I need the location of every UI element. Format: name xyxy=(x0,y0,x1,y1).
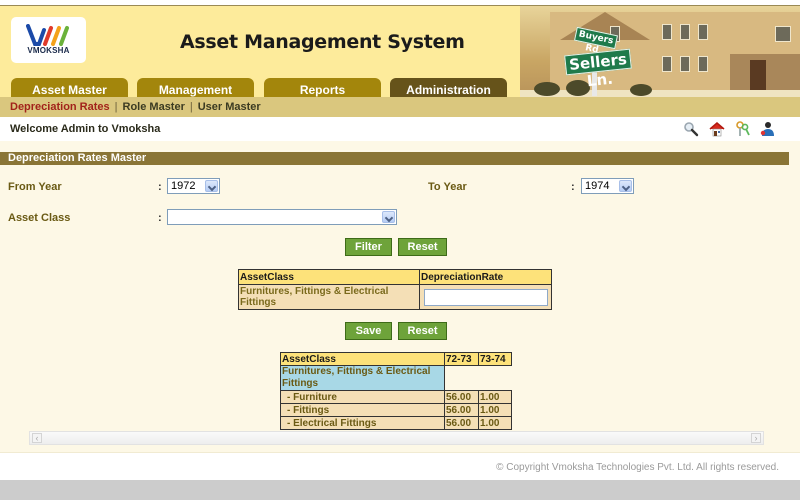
logo-mark-icon xyxy=(26,24,69,46)
from-year-select[interactable]: 1972 xyxy=(167,178,220,194)
to-year-select[interactable]: 1974 xyxy=(581,178,634,194)
from-year-value: 1972 xyxy=(171,180,196,192)
rate-cell: 56.00 xyxy=(444,416,479,430)
to-year-colon: : xyxy=(571,181,575,193)
rate-cell: 1.00 xyxy=(478,416,512,430)
table-row: - Electrical Fittings 56.00 1.00 xyxy=(280,416,512,430)
subnav-separator: | xyxy=(189,101,193,113)
subnav-separator: | xyxy=(114,101,118,113)
to-year-value: 1974 xyxy=(585,180,610,192)
header-banner-image: Buyers Rd. Sellers Ln. xyxy=(520,6,800,97)
footer: © Copyright Vmoksha Technologies Pvt. Lt… xyxy=(0,452,800,480)
to-year-label: To Year xyxy=(428,181,467,193)
rate-cell: 56.00 xyxy=(444,390,479,404)
column-header-asset-class: AssetClass xyxy=(280,352,445,366)
rate-input-cell xyxy=(419,284,552,310)
subnav-user-master[interactable]: User Master xyxy=(198,97,261,117)
content-area: Depreciation Rates Master From Year : 19… xyxy=(0,141,800,452)
depreciation-rates-table: AssetClass 72-73 73-74 Furnitures, Fitti… xyxy=(280,352,512,430)
table-row: - Fittings 56.00 1.00 xyxy=(280,403,512,417)
filter-button[interactable]: Filter xyxy=(345,238,392,256)
scroll-left-icon[interactable]: ‹ xyxy=(32,433,42,443)
keys-icon[interactable] xyxy=(735,121,751,137)
subnav-role-master[interactable]: Role Master xyxy=(123,97,185,117)
column-header-depreciation-rate: DepreciationRate xyxy=(419,269,552,285)
column-header-year-1: 72-73 xyxy=(444,352,479,366)
search-icon[interactable] xyxy=(683,121,699,137)
home-icon[interactable] xyxy=(709,121,725,137)
asset-name-cell: - Furniture xyxy=(280,390,445,404)
user-icon[interactable] xyxy=(759,121,775,137)
welcome-message: Welcome Admin to Vmoksha xyxy=(10,123,161,135)
asset-name-cell: - Electrical Fittings xyxy=(280,416,445,430)
group-cell: Furnitures, Fittings & Electrical Fittin… xyxy=(280,365,445,391)
bottom-bar xyxy=(0,480,800,500)
asset-class-colon: : xyxy=(158,212,162,224)
column-header-asset-class: AssetClass xyxy=(238,269,420,285)
app-title: Asset Management System xyxy=(180,31,465,53)
copyright-text: © Copyright Vmoksha Technologies Pvt. Lt… xyxy=(496,462,779,473)
welcome-bar: Welcome Admin to Vmoksha xyxy=(0,117,800,141)
rate-cell: 1.00 xyxy=(478,403,512,417)
asset-class-cell: Furnitures, Fittings & Electrical Fittin… xyxy=(238,284,420,310)
chevron-down-icon[interactable] xyxy=(205,180,218,192)
from-year-colon: : xyxy=(158,181,162,193)
asset-class-label: Asset Class xyxy=(8,212,71,224)
from-year-label: From Year xyxy=(8,181,62,193)
table-header-row: AssetClass 72-73 73-74 xyxy=(280,352,512,366)
chevron-down-icon[interactable] xyxy=(382,211,395,223)
depreciation-entry-table: AssetClass DepreciationRate Furnitures, … xyxy=(238,269,552,310)
horizontal-scrollbar[interactable]: ‹ › xyxy=(29,431,764,445)
subnav-depreciation-rates[interactable]: Depreciation Rates xyxy=(10,97,110,117)
scroll-right-icon[interactable]: › xyxy=(751,433,761,443)
column-header-year-2: 73-74 xyxy=(478,352,512,366)
table-header-row: AssetClass DepreciationRate xyxy=(238,269,552,285)
asset-name-cell: - Fittings xyxy=(280,403,445,417)
logo-text: VMOKSHA xyxy=(27,46,70,55)
table-row: - Furniture 56.00 1.00 xyxy=(280,390,512,404)
filter-reset-button[interactable]: Reset xyxy=(398,238,447,256)
section-title: Depreciation Rates Master xyxy=(0,152,789,165)
depreciation-rate-input[interactable] xyxy=(424,288,548,306)
vmoksha-logo[interactable]: VMOKSHA xyxy=(11,17,86,63)
table-group-row: Furnitures, Fittings & Electrical Fittin… xyxy=(280,365,512,391)
rate-cell: 1.00 xyxy=(478,390,512,404)
table-row: Furnitures, Fittings & Electrical Fittin… xyxy=(238,284,552,310)
rate-cell: 56.00 xyxy=(444,403,479,417)
app-header: VMOKSHA Asset Management System Buyers R… xyxy=(0,0,800,103)
chevron-down-icon[interactable] xyxy=(619,180,632,192)
entry-reset-button[interactable]: Reset xyxy=(398,322,447,340)
asset-class-select[interactable]: - Furnitures, Fittings & Electrical Fitt… xyxy=(167,209,397,225)
sub-navigation: Depreciation Rates | Role Master | User Mast… xyxy=(0,97,800,117)
save-button[interactable]: Save xyxy=(345,322,392,340)
